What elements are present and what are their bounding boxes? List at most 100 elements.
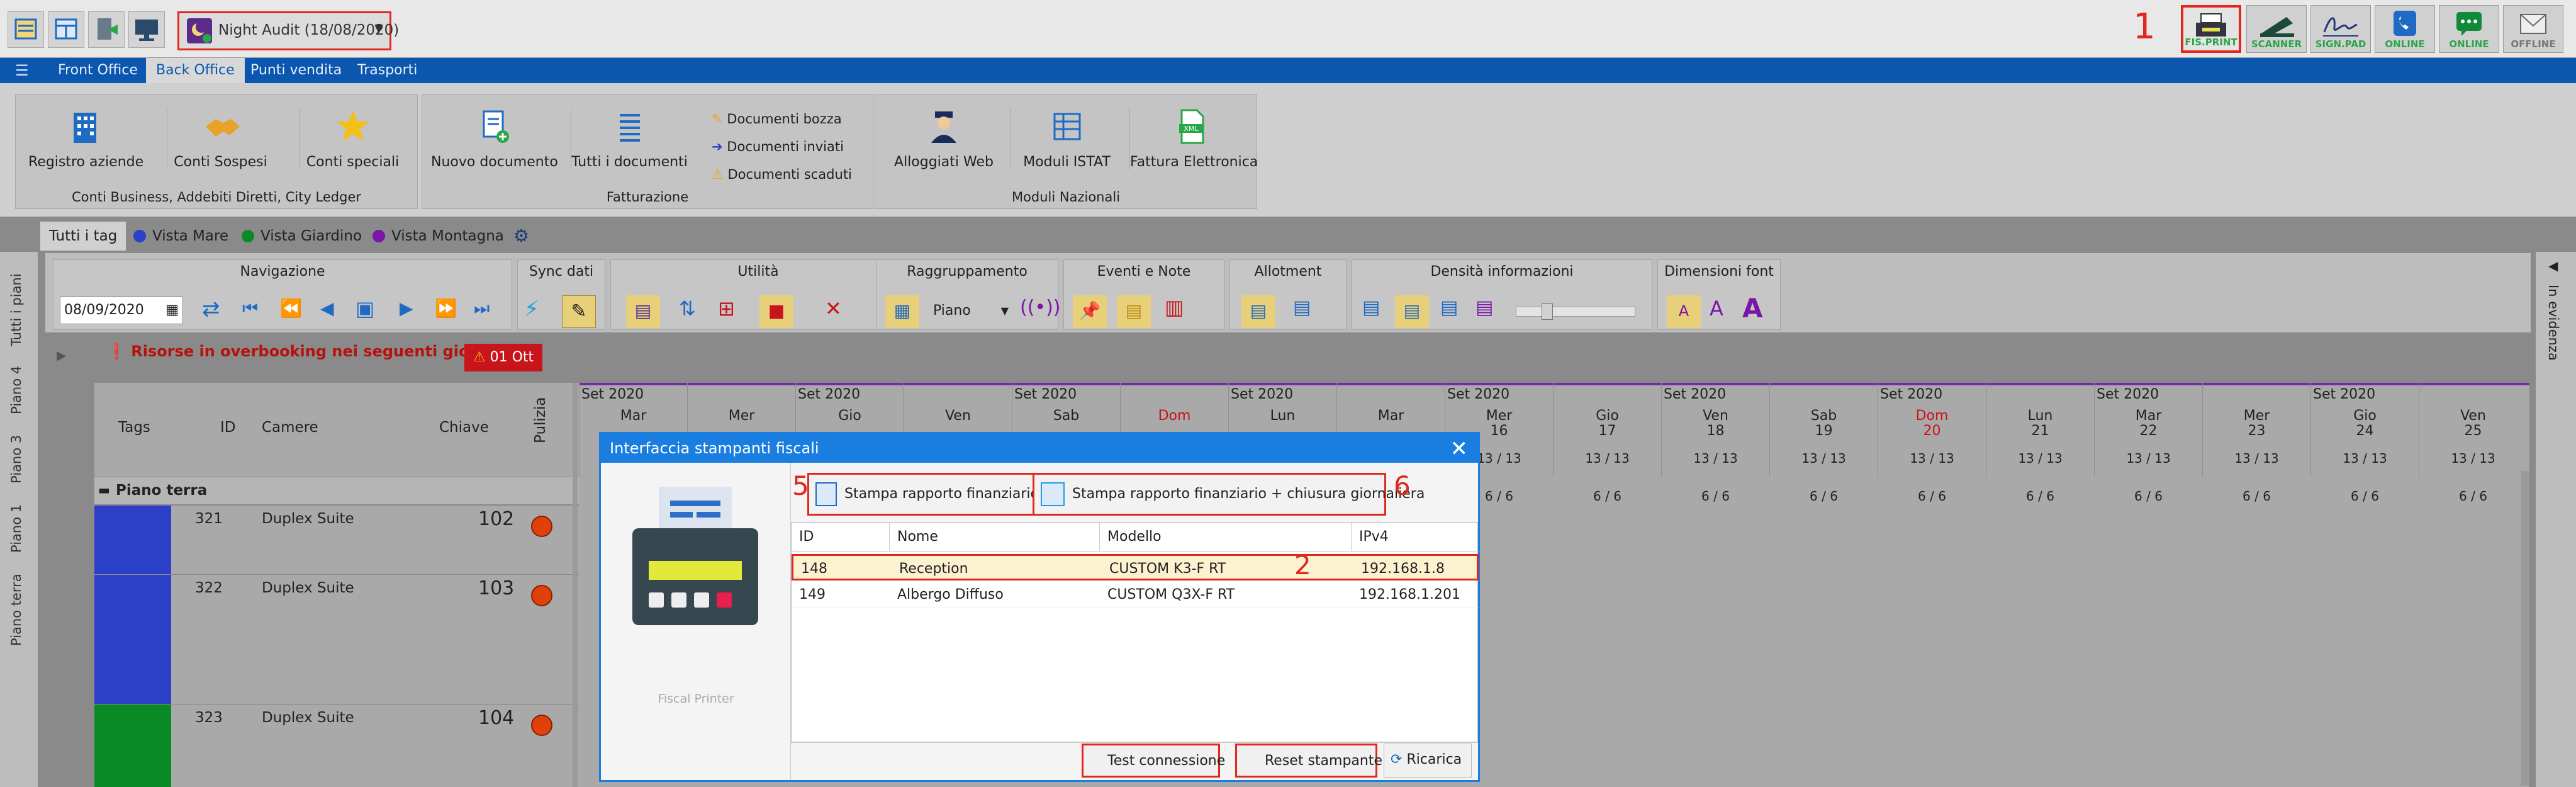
reload-button[interactable]: ⟳ Ricarica (1384, 744, 1472, 778)
nuovo-documento-button[interactable]: Nuovo documento (431, 108, 558, 170)
fiscal-print-button[interactable]: FIS.PRINT (2181, 5, 2241, 53)
font-small-icon[interactable]: A (1667, 295, 1701, 328)
vertical-scrollbar[interactable] (2521, 471, 2529, 786)
menu-icon[interactable]: ☰ (15, 62, 29, 79)
chevron-left-icon[interactable]: ◀ (2548, 258, 2558, 273)
pencil-icon[interactable]: ✎ (562, 295, 596, 328)
printer-preview: Fiscal Printer (601, 463, 791, 780)
chat-online-button[interactable]: ONLINE (2439, 5, 2499, 53)
tutti-documenti-button[interactable]: Tutti i documenti (571, 108, 688, 170)
documenti-scaduti-button[interactable]: ⚠ Documenti scaduti (712, 167, 852, 182)
pin-icon[interactable]: 📌 (1073, 295, 1107, 328)
last-icon[interactable]: ⏭ (474, 298, 490, 319)
calendar-layout-icon[interactable] (48, 11, 84, 48)
collapse-icon[interactable]: ▶ (57, 348, 66, 363)
reset-printer-button[interactable]: Reset stampante (1235, 744, 1382, 778)
print-report-close-button[interactable]: Stampa rapporto finanziario + chiusura g… (1033, 473, 1425, 516)
gear-icon[interactable]: ⚙ (513, 222, 529, 251)
allotment-icon[interactable]: ▤ (1241, 295, 1275, 328)
density-slider[interactable] (1516, 303, 1635, 320)
grid-select-icon[interactable]: ⊞ (718, 297, 735, 320)
header-camere: Camere (262, 419, 318, 436)
conti-speciali-button[interactable]: Conti speciali (299, 108, 406, 170)
rail-piano-4[interactable]: Piano 4 (9, 366, 24, 414)
fattura-elettronica-button[interactable]: XML Fattura Elettronica (1129, 108, 1258, 170)
slider-handle[interactable] (1542, 303, 1553, 320)
moduli-istat-button[interactable]: Moduli ISTAT (1010, 108, 1123, 170)
comment-icon[interactable]: ▤ (626, 295, 660, 328)
tag-vista-mare[interactable]: Vista Mare (133, 222, 228, 251)
table-row[interactable]: 323 Duplex Suite 104 (94, 704, 579, 787)
test-connection-button[interactable]: Test connessione (1082, 744, 1225, 778)
rail-tutti-piani[interactable]: Tutti i piani (9, 273, 24, 346)
color-blocks-icon[interactable]: ■ (759, 295, 793, 328)
grouping-select[interactable]: Piano ▼ (929, 298, 1011, 324)
font-medium-icon[interactable]: A (1710, 297, 1723, 320)
tag-all[interactable]: Tutti i tag (40, 222, 126, 251)
rail-piano-1[interactable]: Piano 1 (9, 504, 24, 553)
lightning-icon[interactable]: ⚡ (524, 297, 539, 322)
cleaning-status-icon[interactable] (531, 715, 552, 736)
date-input[interactable]: 08/09/2020 ▦ (60, 297, 183, 324)
back-icon[interactable]: ◀ (320, 298, 334, 319)
checkin-icon[interactable] (88, 11, 125, 48)
documenti-inviati-button[interactable]: ➔ Documenti inviati (712, 139, 844, 154)
rail-piano-terra[interactable]: Piano terra (9, 574, 24, 646)
scanner-button[interactable]: SCANNER (2246, 5, 2307, 53)
first-icon[interactable]: ⏮ (242, 298, 258, 319)
broadcast-icon[interactable]: ((•)) (1020, 297, 1061, 319)
cleaning-status-icon[interactable] (531, 516, 552, 537)
tab-punti-vendita[interactable]: Punti vendita (250, 58, 342, 83)
table-row[interactable]: 149 Albergo Diffuso CUSTOM Q3X-F RT 192.… (792, 582, 1479, 608)
night-audit-selector[interactable]: Night Audit (18/08/2020) ▼ (177, 11, 399, 50)
forward-icon[interactable]: ▶ (400, 298, 413, 319)
phone-online-button[interactable]: ONLINE (2375, 5, 2435, 53)
list-icon[interactable] (8, 11, 44, 48)
collapse-square-icon[interactable]: ▬ (98, 482, 110, 497)
documenti-bozza-button[interactable]: ✎ Documenti bozza (712, 111, 842, 127)
table-row[interactable]: 322 Duplex Suite 103 (94, 574, 579, 705)
warning-icon: ⚠ (712, 167, 724, 182)
allotment-alt-icon[interactable]: ▤ (1293, 297, 1311, 319)
fast-forward-icon[interactable]: ⏩ (435, 298, 457, 319)
table-row[interactable]: 321 Duplex Suite 102 (94, 505, 579, 575)
mail-offline-button[interactable]: OFFLINE (2503, 5, 2563, 53)
sign-pad-button[interactable]: SIGN.PAD (2310, 5, 2371, 53)
occupancy-count: 6 / 6 (2351, 489, 2379, 504)
refresh-icon: ⟳ (1391, 752, 1403, 767)
font-large-icon[interactable]: A (1742, 293, 1763, 324)
alloggiati-web-button[interactable]: Alloggiati Web (884, 108, 1004, 170)
close-icon[interactable]: ✕ (1450, 436, 1469, 461)
cleaning-status-icon[interactable] (531, 585, 552, 606)
density-4-icon[interactable]: ▤ (1476, 297, 1493, 319)
download-report-icon (1041, 482, 1065, 506)
table-icon[interactable]: ▦ (885, 295, 919, 328)
conti-sospesi-button[interactable]: Conti Sospesi (167, 108, 274, 170)
splitter[interactable] (573, 383, 578, 787)
rail-in-evidenza[interactable]: In evidenza (2546, 285, 2561, 361)
tag-color (94, 705, 171, 787)
clear-filter-icon[interactable]: ✕ (825, 297, 842, 320)
tab-trasporti[interactable]: Trasporti (357, 58, 417, 83)
fast-back-icon[interactable]: ⏪ (280, 298, 302, 319)
overbooking-badge[interactable]: ⚠ 01 Ott (464, 344, 542, 371)
refresh-icon[interactable]: ⇄ (202, 297, 220, 322)
toolbar-raggruppamento: Raggruppamento ▦ Piano ▼ ((•)) (876, 259, 1061, 330)
rail-piano-3[interactable]: Piano 3 (9, 435, 24, 484)
tag-vista-giardino[interactable]: Vista Giardino (242, 222, 362, 251)
tab-back-office[interactable]: Back Office (146, 58, 245, 83)
print-report-button[interactable]: Stampa rapporto finanziario (807, 473, 1039, 516)
density-3-icon[interactable]: ▤ (1440, 297, 1458, 319)
xml-file-icon: XML (1179, 109, 1204, 144)
monitor-icon[interactable] (128, 11, 165, 48)
bar-chart-icon[interactable]: ▥ (1165, 295, 1184, 319)
density-1-icon[interactable]: ▤ (1362, 297, 1380, 319)
tab-front-office[interactable]: Front Office (58, 58, 138, 83)
table-row[interactable]: 148 Reception CUSTOM K3-F RT 192.168.1.8… (792, 550, 1479, 580)
tag-vista-montagna[interactable]: Vista Montagna (372, 222, 504, 251)
density-2-icon[interactable]: ▤ (1395, 295, 1429, 328)
sort-icon[interactable]: ⇅ (679, 297, 696, 320)
registro-aziende-button[interactable]: Registro aziende (28, 108, 143, 170)
today-icon[interactable]: ▣ (356, 297, 374, 320)
note-icon[interactable]: ▤ (1117, 295, 1151, 328)
